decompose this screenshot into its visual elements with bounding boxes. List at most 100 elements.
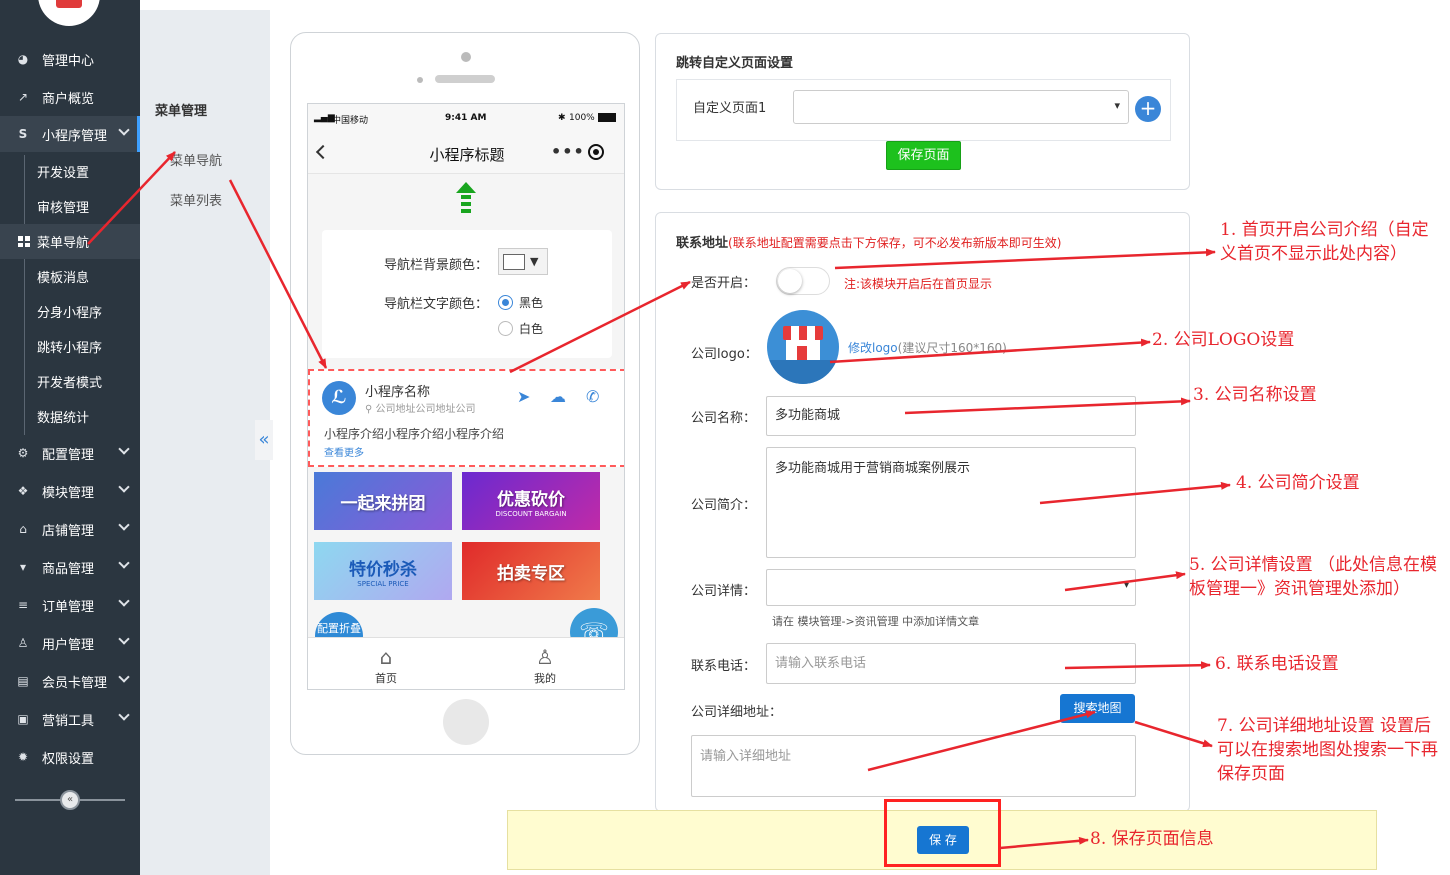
sidebar-sub-stats[interactable]: 数据统计 [0,399,140,434]
phone-input[interactable]: 请输入联系电话 [766,643,1136,684]
enable-toggle[interactable] [776,267,830,295]
intro-label: 公司简介： [691,498,757,513]
jump-page-row: 自定义页面1 + [676,79,1171,141]
sidebar-item-label: 店铺管理 [42,523,95,539]
tab-mine[interactable]: ♙ 我的 [515,644,575,686]
sidebar-item-member-card[interactable]: ▤ 会员卡管理 [0,663,140,699]
more-icon[interactable]: ••• [551,142,585,161]
radio-black[interactable]: 黑色 [498,294,543,311]
sidebar-sub-clone[interactable]: 分身小程序 [0,294,140,329]
chevron-down-icon [118,633,130,645]
banner-seckill[interactable]: 特价秒杀 SPECIAL PRICE [314,542,452,600]
briefcase-icon: ▣ [17,712,29,726]
sidebar-sub-label: 跳转小程序 [37,341,103,356]
chevron-down-icon [118,557,130,569]
sidebar-sub-label: 菜单导航 [37,236,90,251]
sidebar-sub-review[interactable]: 审核管理 [0,189,140,224]
company-address: ⚲ 公司地址公司地址公司 [365,400,476,415]
radio-white[interactable]: 白色 [498,320,543,337]
radio-label: 白色 [519,322,544,336]
sidebar-item-goods[interactable]: ▾ 商品管理 [0,549,140,585]
see-more-link[interactable]: 查看更多 [324,444,364,459]
phone-sensor [417,77,423,83]
company-intro-block: ℒ 小程序名称 ⚲ 公司地址公司地址公司 小程序介绍小程序介绍小程序介绍 查看更… [308,369,624,467]
banner-bargain[interactable]: 优惠砍价 DISCOUNT BARGAIN [462,472,600,530]
sidebar-item-permissions[interactable]: ✹ 权限设置 [0,739,140,775]
battery-level: 100% [569,113,595,123]
list-icon: ≡ [17,598,29,612]
company-name-input[interactable]: 多功能商城 [766,396,1136,436]
submenu-title: 菜单管理 [155,104,208,119]
company-intro-textarea[interactable]: 多功能商城用于营销商城案例展示 [766,447,1136,558]
contact-title-text: 联系地址 [676,236,729,251]
submenu-item-nav[interactable]: 菜单导航 [170,150,222,169]
chevron-down-icon [118,595,130,607]
chevron-down-icon [118,481,130,493]
save-highlight-box [884,799,1001,867]
sidebar-item-dashboard[interactable]: ◕ 管理中心 [0,41,140,77]
annotation-4: 4. 公司简介设置 [1236,473,1360,493]
wechat-icon[interactable]: ☁ [550,387,566,406]
sidebar-sub-dev-settings[interactable]: 开发设置 [0,154,140,189]
target-icon[interactable] [588,144,604,160]
home-icon: ⌂ [379,645,393,669]
top-strip [140,0,1450,10]
banner-text: 特价秒杀 [349,559,417,580]
sidebar-sub-label: 分身小程序 [37,306,103,321]
company-logo-image[interactable] [767,310,839,384]
search-map-button[interactable]: 搜索地图 [1060,694,1135,723]
navbar-config-panel: 导航栏背景颜色： ▼ 导航栏文字颜色： 黑色 白色 [322,230,612,358]
add-page-icon[interactable]: + [1135,96,1161,122]
contact-title-note: (联系地址配置需要点击下方保存，可不必发布新版本即可生效) [728,236,1062,250]
address-label: 公司详细地址： [691,705,783,720]
modify-logo-link[interactable]: 修改logo [848,341,898,355]
miniprogram-icon: S [18,127,28,141]
tab-label: 我的 [534,672,556,685]
banner-auction[interactable]: 拍卖专区 [462,542,600,600]
sidebar-item-label: 小程序管理 [42,128,108,144]
save-page-button[interactable]: 保存页面 [886,141,961,170]
chevron-down-icon [118,519,130,531]
phone-preview: ▂▄▆ 中国移动 9:41 AM ✱ 100% 小程序标题 ••• 导航栏背景颜… [290,32,640,755]
navigate-icon[interactable]: ➤ [517,387,530,406]
sidebar-item-orders[interactable]: ≡ 订单管理 [0,587,140,623]
sidebar-sub-developer[interactable]: 开发者模式 [0,364,140,399]
phone-icon[interactable]: ✆ [586,387,599,406]
sidebar-item-label: 用户管理 [42,637,95,653]
logo-size-hint: (建议尺寸160*160) [897,341,1007,355]
sidebar-item-marketing[interactable]: ▣ 营销工具 [0,701,140,737]
custom-page-select[interactable] [793,90,1129,124]
company-name: 小程序名称 [365,385,431,400]
banner-subtext: SPECIAL PRICE [357,579,409,588]
line-chart-icon: ↗ [17,90,29,104]
nav-text-label: 导航栏文字颜色： [384,297,489,312]
carrier: 中国移动 [332,116,369,126]
logo-label: 公司logo： [691,347,758,362]
sidebar-item-miniprogram[interactable]: S 小程序管理 [0,116,140,152]
submenu-item-list[interactable]: 菜单列表 [170,190,222,209]
sidebar-sub-label: 开发设置 [37,166,90,181]
nav-bg-color-picker[interactable]: ▼ [498,248,548,275]
annotation-6: 6. 联系电话设置 [1215,654,1339,674]
tab-label: 首页 [375,672,397,685]
sidebar-sub-menu-nav[interactable]: 菜单导航 [0,224,140,259]
banner-group-buy[interactable]: 一起来拼团 [314,472,452,530]
nav-bg-label: 导航栏背景颜色： [384,258,489,273]
status-time: 9:41 AM [445,113,487,123]
sidebar-sub-jump[interactable]: 跳转小程序 [0,329,140,364]
address-textarea[interactable]: 请输入详细地址 [691,735,1136,797]
collapse-icon[interactable]: « [255,420,273,460]
phone-home-button [443,699,489,745]
sidebar-sub-label: 模板消息 [37,271,90,286]
sidebar-item-overview[interactable]: ↗ 商户概览 [0,79,140,115]
annotation-2: 2. 公司LOGO设置 [1152,330,1295,350]
sidebar-item-config[interactable]: ⚙ 配置管理 [0,435,140,471]
sidebar-sub-template-msg[interactable]: 模板消息 [0,259,140,294]
sidebar-item-users[interactable]: ♙ 用户管理 [0,625,140,661]
banner-text: 一起来拼团 [340,493,426,514]
sidebar-item-modules[interactable]: ❖ 模块管理 [0,473,140,509]
slider-knob[interactable]: « [60,790,80,810]
tab-home[interactable]: ⌂ 首页 [356,644,416,686]
company-detail-select[interactable]: ▾ [766,569,1136,606]
sidebar-item-shop[interactable]: ⌂ 店铺管理 [0,511,140,547]
